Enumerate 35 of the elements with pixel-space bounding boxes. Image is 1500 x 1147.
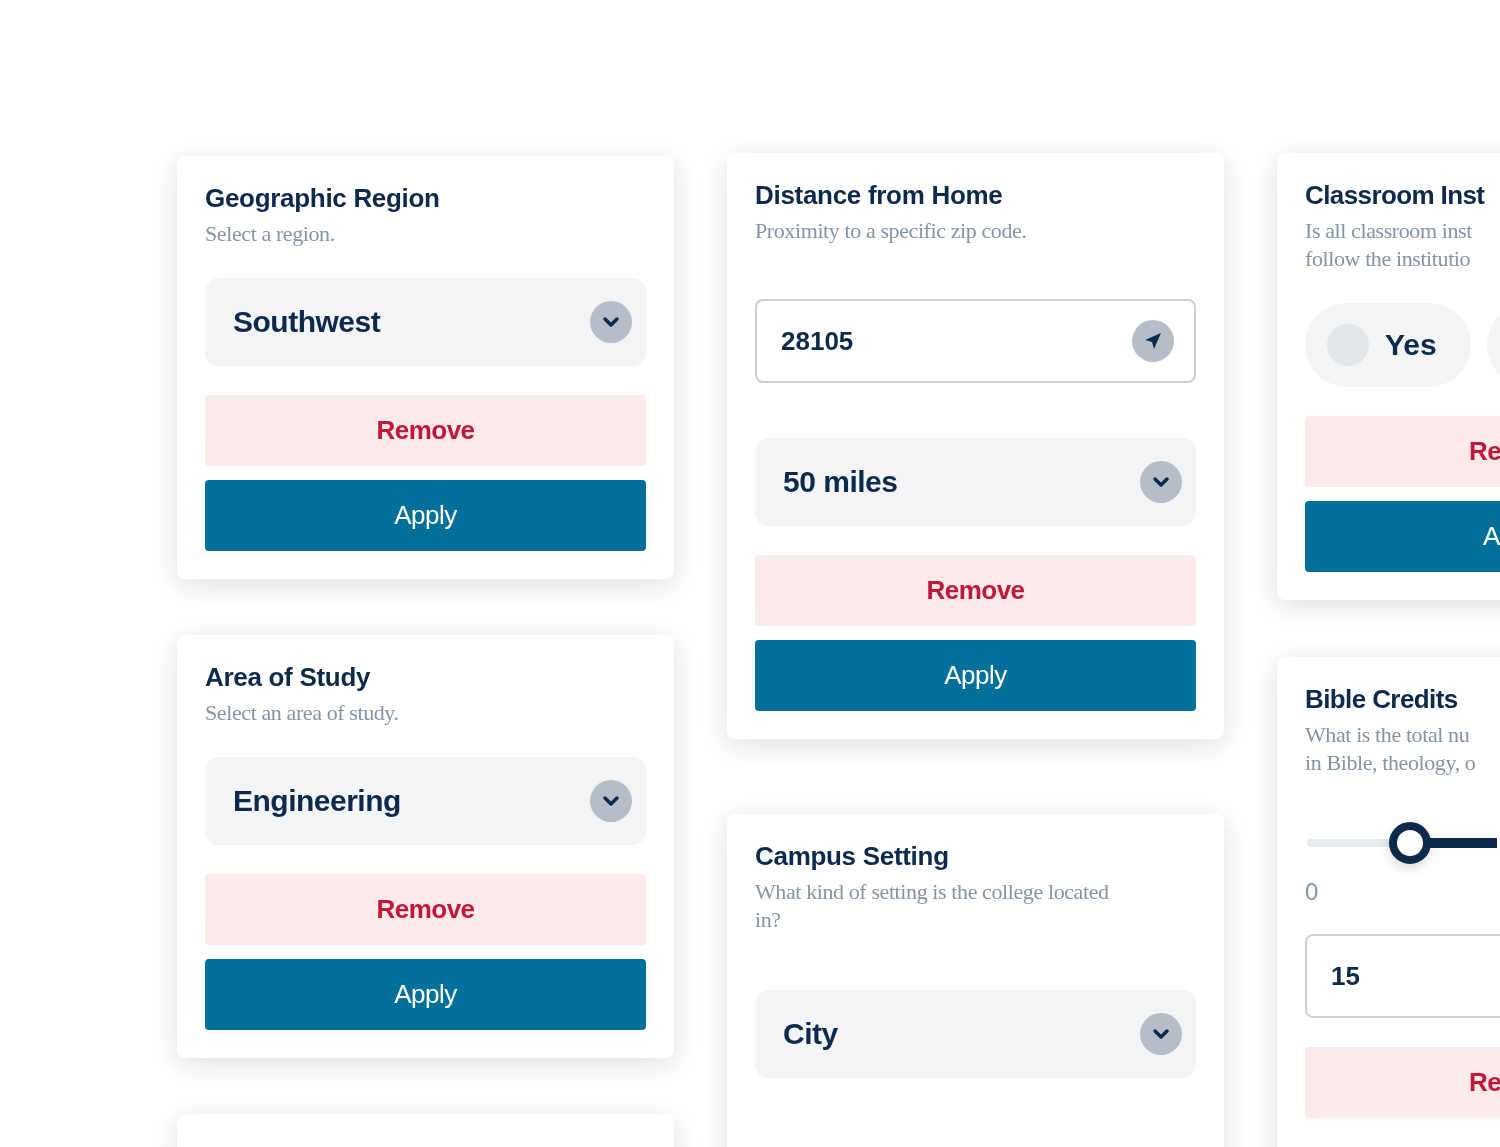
apply-button[interactable]: Apply [205, 959, 646, 1030]
apply-button[interactable]: A [1305, 501, 1500, 572]
remove-button[interactable]: Remove [755, 555, 1196, 626]
card-title: Distance from Home [755, 179, 1004, 211]
card-title: Area of Study [205, 661, 372, 693]
radio-option[interactable]: Yes [1305, 303, 1471, 387]
apply-button[interactable]: Apply [755, 640, 1196, 711]
apply-button[interactable]: Apply [205, 480, 646, 551]
card-title: Geographic Region [205, 182, 441, 214]
card-description: What is the total nu in Bible, theology, o [1305, 721, 1477, 777]
chevron-down-icon [1140, 1013, 1182, 1055]
chevron-down-icon [590, 301, 632, 343]
chevron-down-icon [590, 780, 632, 822]
slider-min-label: 0 [1305, 878, 1320, 906]
card-title: Classroom Inst [1305, 179, 1486, 211]
dropdown-select[interactable]: Southwest [205, 278, 646, 366]
chevron-down-icon [1140, 461, 1182, 503]
remove-button[interactable]: Remove [205, 874, 646, 945]
card-description: Select an area of study. [205, 699, 400, 727]
dropdown-select[interactable]: Engineering [205, 757, 646, 845]
slider-track[interactable] [1307, 822, 1497, 864]
card-title: Campus Setting [755, 840, 950, 872]
remove-button[interactable]: Remove [205, 395, 646, 466]
number-field[interactable]: 15 [1305, 934, 1500, 1018]
card-title: Bible Credits [1305, 683, 1459, 715]
dropdown-select[interactable]: 50 miles [755, 438, 1196, 526]
card-description: Select a region. [205, 220, 336, 248]
slider-thumb[interactable] [1388, 822, 1431, 864]
dropdown-select[interactable]: City [755, 990, 1196, 1078]
card-description: Proximity to a specific zip code. [755, 217, 1028, 245]
remove-button[interactable]: Re [1305, 1047, 1500, 1118]
card-description: What kind of setting is the college located in? [755, 878, 1110, 934]
remove-button[interactable]: Re [1305, 416, 1500, 487]
zip-code-field[interactable]: 28105 [755, 299, 1196, 383]
card-description: Is all classroom inst follow the institutio [1305, 217, 1473, 273]
